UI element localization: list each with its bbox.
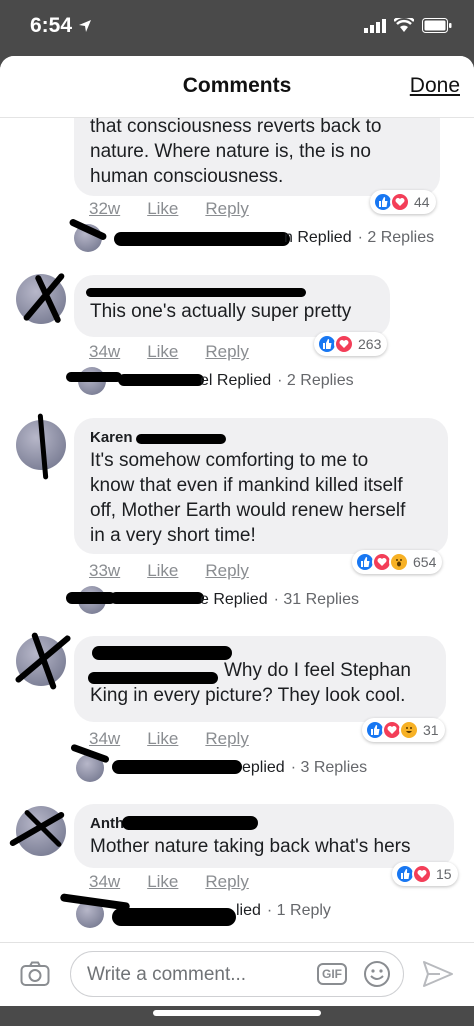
replies-link[interactable]: lied · 1 Reply xyxy=(236,902,331,920)
reaction-count: 44 xyxy=(414,194,430,210)
haha-reaction-icon xyxy=(389,552,409,572)
reply-button[interactable]: Reply xyxy=(205,342,248,362)
replies-count: · 2 Replies xyxy=(357,229,435,246)
love-reaction-icon xyxy=(334,334,354,354)
reaction-summary[interactable]: 263 xyxy=(314,332,388,356)
redaction-mark xyxy=(88,672,218,684)
love-reaction-icon xyxy=(390,192,410,212)
comment-time: 34w xyxy=(89,729,121,748)
redaction-mark xyxy=(112,908,236,926)
emoji-icon[interactable] xyxy=(363,960,391,988)
replied-text: lied xyxy=(236,902,261,919)
reaction-count: 15 xyxy=(436,866,452,882)
reply-button[interactable]: Reply xyxy=(205,561,248,581)
replies-count: · 2 Replies xyxy=(277,372,354,389)
status-icons xyxy=(364,18,452,33)
comment-actions: 32w Like Reply xyxy=(89,199,249,219)
redaction-mark xyxy=(112,760,242,774)
reaction-count: 31 xyxy=(423,722,439,738)
comment-text-line: Mother nature taking back what's hers xyxy=(90,836,411,857)
comment-text-line: nature. Where nature is, the is no xyxy=(90,141,371,162)
replies-link[interactable]: el Replied · 2 Replies xyxy=(200,372,354,390)
camera-icon[interactable] xyxy=(20,961,50,987)
done-button[interactable]: Done xyxy=(410,74,460,98)
comment-text-line: in a very short time! xyxy=(90,525,256,546)
reaction-count: 263 xyxy=(358,336,382,352)
redaction-mark xyxy=(122,816,258,830)
comment-time: 32w xyxy=(89,199,121,218)
signal-icon xyxy=(364,18,386,33)
page-title: Comments xyxy=(182,74,292,97)
redaction-mark xyxy=(136,434,226,444)
replies-count: · 1 Reply xyxy=(266,902,331,919)
comment-text-line: human consciousness. xyxy=(90,166,284,187)
redaction-mark xyxy=(110,592,204,604)
reply-button[interactable]: Reply xyxy=(205,872,248,892)
comment-actions: 34w Like Reply xyxy=(89,872,249,892)
comment-text-line: King in every picture? They look cool. xyxy=(90,685,406,706)
comment-input[interactable]: Write a comment... GIF xyxy=(70,951,404,997)
haha-reaction-icon xyxy=(399,720,419,740)
reaction-summary[interactable]: 44 xyxy=(370,190,436,214)
comment-text-line: know that even if mankind killed itself xyxy=(90,475,403,496)
replies-count: · 31 Replies xyxy=(273,591,359,608)
home-indicator[interactable] xyxy=(153,1010,321,1016)
reply-button[interactable]: Reply xyxy=(205,729,248,749)
gif-icon[interactable]: GIF xyxy=(317,963,347,985)
comment-input-placeholder: Write a comment... xyxy=(87,964,247,985)
like-button[interactable]: Like xyxy=(147,199,178,219)
like-button[interactable]: Like xyxy=(147,729,178,749)
comment-actions: 34w Like Reply xyxy=(89,342,249,362)
comment-text-line: off, Mother Earth would renew herself xyxy=(90,500,406,521)
replied-text: el Replied xyxy=(200,372,272,389)
like-button[interactable]: Like xyxy=(147,342,178,362)
send-icon[interactable] xyxy=(422,960,454,988)
replied-text: eplied xyxy=(242,759,285,776)
status-bar: 6:54 xyxy=(0,0,474,58)
replies-link[interactable]: n Replied · 2 Replies xyxy=(284,229,434,247)
comment-bubble: Karen It's somehow comforting to me to k… xyxy=(74,418,448,554)
replies-count: · 3 Replies xyxy=(290,759,368,776)
replied-text: e Replied xyxy=(200,591,268,608)
location-arrow-icon xyxy=(78,20,91,33)
reaction-summary[interactable]: 15 xyxy=(392,862,458,886)
love-reaction-icon xyxy=(412,864,432,884)
replied-text: n Replied xyxy=(284,229,352,246)
battery-icon xyxy=(422,18,452,33)
wifi-icon xyxy=(394,18,414,32)
reaction-summary[interactable]: 654 xyxy=(352,550,443,574)
redaction-mark xyxy=(86,288,306,297)
redaction-mark xyxy=(66,592,116,604)
like-button[interactable]: Like xyxy=(147,872,178,892)
status-time: 6:54 xyxy=(30,14,92,38)
comment-bubble: Anth Mother nature taking back what's he… xyxy=(74,804,454,868)
like-button[interactable]: Like xyxy=(147,561,178,581)
replies-link[interactable]: e Replied · 31 Replies xyxy=(200,591,359,609)
redaction-mark xyxy=(114,232,290,246)
reply-button[interactable]: Reply xyxy=(205,199,248,219)
reaction-summary[interactable]: 31 xyxy=(362,718,445,742)
comment-composer: Write a comment... GIF xyxy=(0,942,474,1006)
redaction-mark xyxy=(92,646,232,660)
comment-actions: 34w Like Reply xyxy=(89,729,249,749)
redaction-mark xyxy=(118,374,204,386)
comment-time: 34w xyxy=(89,872,121,891)
replies-link[interactable]: eplied · 3 Replies xyxy=(242,759,367,777)
comments-sheet: Comments Done that consciousness reverts… xyxy=(0,56,474,1006)
comment-actions: 33w Like Reply xyxy=(89,561,249,581)
reaction-count: 654 xyxy=(413,554,437,570)
comment-time: 33w xyxy=(89,561,121,580)
comment-time: 34w xyxy=(89,342,121,361)
comment-bubble: This one's actually super pretty xyxy=(74,275,390,337)
comments-header: Comments Done xyxy=(0,56,474,118)
redaction-mark xyxy=(66,372,122,382)
comment-text-line: It's somehow comforting to me to xyxy=(90,450,369,471)
comment-text-line: This one's actually super pretty xyxy=(90,301,352,322)
